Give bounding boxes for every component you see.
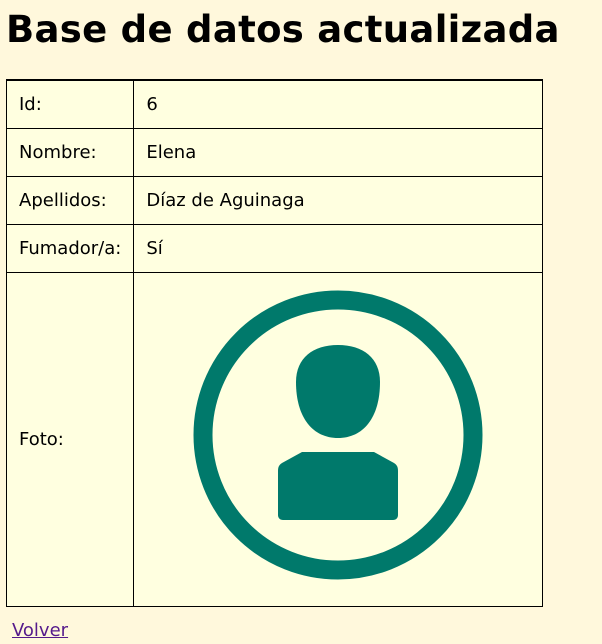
user-photo (146, 273, 530, 606)
nombre-value: Elena (133, 128, 544, 177)
page-title: Base de datos actualizada (6, 8, 560, 51)
table-row: Apellidos: Díaz de Aguinaga (5, 176, 544, 225)
fumador-label: Fumador/a: (5, 224, 135, 273)
id-value: 6 (133, 79, 544, 129)
photo-cell (133, 272, 544, 607)
back-link[interactable]: Volver (12, 618, 68, 644)
user-avatar-icon (193, 290, 483, 580)
table-row: Foto: (5, 272, 544, 607)
id-label: Id: (5, 79, 135, 129)
nombre-label: Nombre: (5, 128, 135, 177)
apellidos-label: Apellidos: (5, 176, 135, 225)
table-row: Fumador/a: Sí (5, 224, 544, 273)
table-row: Nombre: Elena (5, 128, 544, 177)
foto-label: Foto: (5, 272, 135, 607)
apellidos-value: Díaz de Aguinaga (133, 176, 544, 225)
table-row: Id: 6 (5, 79, 544, 129)
record-table: Id: 6 Nombre: Elena Apellidos: Díaz de A… (5, 79, 544, 607)
fumador-value: Sí (133, 224, 544, 273)
